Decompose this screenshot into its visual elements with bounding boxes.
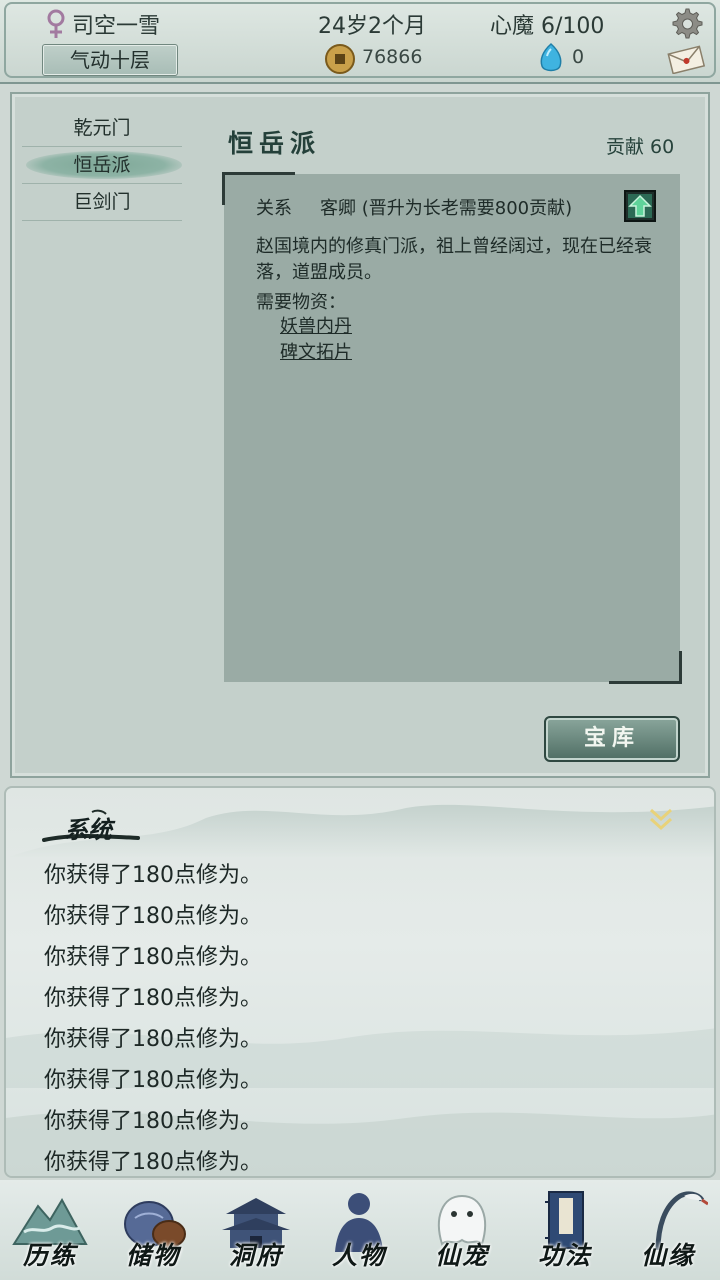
needed-materials-label: 需要物资： xyxy=(256,292,346,313)
nav-cave[interactable]: 洞府 xyxy=(206,1184,306,1280)
log-title: 系统 xyxy=(64,815,112,844)
relation-label: 关系 xyxy=(256,198,292,219)
log-line: 你获得了180点修为。 xyxy=(44,945,262,970)
sect-item-label: 恒岳派 xyxy=(73,154,131,176)
nav-label: 仙宠 xyxy=(434,1241,489,1270)
log-line: 你获得了180点修为。 xyxy=(44,863,262,888)
nav-label: 历练 xyxy=(22,1241,77,1270)
cultivation-realm: 气动十层 xyxy=(42,44,178,76)
bottom-navigation: 历练 储物 洞府 人物 仙宠 功法 仙缘 xyxy=(0,1180,720,1280)
log-line: 你获得了180点修为。 xyxy=(44,904,262,929)
relation-value: 客卿 (晋升为长老需要800贡献) xyxy=(320,198,573,219)
nav-label: 洞府 xyxy=(228,1241,283,1270)
needed-item-stele-rubbing[interactable]: 碑文拓片 xyxy=(280,338,352,364)
log-line: 你获得了180点修为。 xyxy=(44,1027,262,1052)
sect-info-box: 关系 客卿 (晋升为长老需要800贡献) 赵国境内的修真门派，祖上曾经阔过，现在… xyxy=(222,172,682,684)
nav-storage[interactable]: 储物 xyxy=(103,1184,203,1280)
nav-spirit-pet[interactable]: 仙宠 xyxy=(412,1184,512,1280)
sect-panel: 乾元门 恒岳派 巨剑门 恒岳派 贡献 60 关系 客卿 (晋升为长老需要800贡… xyxy=(10,92,710,778)
log-line: 你获得了180点修为。 xyxy=(44,1068,262,1093)
female-symbol-icon xyxy=(47,9,65,38)
sect-item-jujian[interactable]: 巨剑门 xyxy=(22,184,182,221)
contribution-value: 贡献 60 xyxy=(606,136,675,158)
mail-icon[interactable] xyxy=(666,44,706,74)
spirit-gem-icon xyxy=(540,42,562,72)
promote-up-arrow-icon[interactable] xyxy=(624,190,656,222)
nav-label: 功法 xyxy=(537,1241,592,1270)
sect-item-hengyue[interactable]: 恒岳派 xyxy=(22,147,182,184)
chevron-double-down-icon[interactable] xyxy=(646,804,676,834)
settings-gear-icon[interactable] xyxy=(668,6,704,42)
coin-count: 76866 xyxy=(362,46,423,68)
nav-fate[interactable]: 仙缘 xyxy=(618,1184,718,1280)
sect-description: 赵国境内的修真门派，祖上曾经阔过，现在已经衰落，道盟成员。 xyxy=(256,236,652,283)
sect-title: 恒岳派 xyxy=(228,129,322,158)
nav-label: 储物 xyxy=(125,1241,180,1270)
frame-corner-bottom-right xyxy=(609,651,682,684)
player-age: 24岁2个月 xyxy=(318,14,426,39)
nav-training[interactable]: 历练 xyxy=(0,1184,100,1280)
sect-item-qianyuan[interactable]: 乾元门 xyxy=(22,110,182,147)
nav-technique[interactable]: 功法 xyxy=(515,1184,615,1280)
system-log-panel[interactable]: 系统 你获得了180点修为。 你获得了180点修为。 你获得了180点修为。 你… xyxy=(4,786,716,1178)
sect-list: 乾元门 恒岳派 巨剑门 xyxy=(22,110,182,221)
status-bar: 司空一雪 气动十层 24岁2个月 心魔 6/100 76866 0 xyxy=(0,0,720,84)
log-lines: 你获得了180点修为。 你获得了180点修为。 你获得了180点修为。 你获得了… xyxy=(44,856,262,1176)
nav-label: 人物 xyxy=(331,1241,386,1270)
log-line: 你获得了180点修为。 xyxy=(44,1109,262,1134)
vault-button[interactable]: 宝库 xyxy=(544,716,680,762)
sect-item-label: 乾元门 xyxy=(73,117,131,139)
nav-label: 仙缘 xyxy=(640,1241,695,1270)
log-line: 你获得了180点修为。 xyxy=(44,1150,262,1175)
heart-demon-counter: 心魔 6/100 xyxy=(490,14,605,39)
player-name: 司空一雪 xyxy=(72,14,161,39)
nav-character[interactable]: 人物 xyxy=(309,1184,409,1280)
sect-item-label: 巨剑门 xyxy=(73,191,131,213)
copper-coin-icon xyxy=(325,44,355,74)
gem-count: 0 xyxy=(572,46,585,68)
log-line: 你获得了180点修为。 xyxy=(44,986,262,1011)
needed-item-demon-core[interactable]: 妖兽内丹 xyxy=(280,312,352,338)
